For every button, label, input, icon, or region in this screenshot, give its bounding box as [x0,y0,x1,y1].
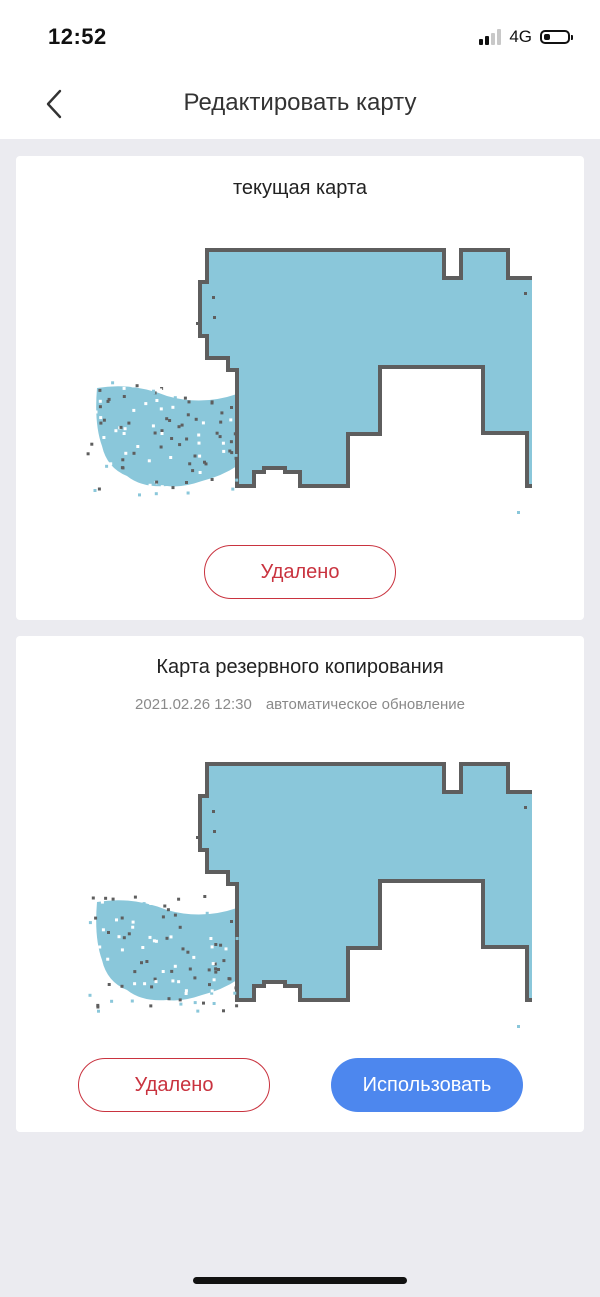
battery-icon [540,30,573,44]
backup-meta: 2021.02.26 12:30 автоматическое обновлени… [16,696,584,713]
backup-date: 2021.02.26 12:30 [135,696,252,713]
use-backup-map-button[interactable]: Использовать [331,1058,523,1112]
current-map-image [86,248,532,514]
network-label: 4G [509,27,532,46]
backup-map-image [86,762,532,1028]
current-map-card: текущая карта Удалено [16,156,584,620]
delete-backup-map-button[interactable]: Удалено [78,1058,270,1112]
backup-map-card: Карта резервного копирования 2021.02.26 … [16,636,584,1132]
status-time: 12:52 [48,24,107,49]
top-bar: 12:52 4G Редактировать карту [0,0,600,139]
backup-update-type: автоматическое обновление [265,696,465,713]
delete-current-map-button[interactable]: Удалено [204,545,396,599]
status-indicators: 4G [479,27,573,47]
current-map-title: текущая карта [232,177,368,199]
signal-icon [479,29,502,45]
page-title: Редактировать карту [183,89,417,116]
home-indicator [193,1277,407,1284]
backup-map-title: Карта резервного копирования [156,656,444,678]
